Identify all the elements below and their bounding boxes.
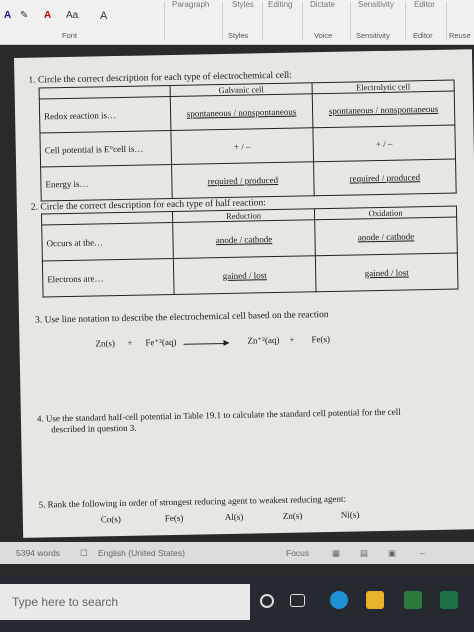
rank-item: Ni(s)	[340, 509, 360, 520]
product-iron: Fe(s)	[311, 333, 331, 345]
rank-item: Zn(s)	[282, 510, 303, 521]
change-case-button[interactable]: Aa	[66, 10, 78, 21]
word-ribbon: A ✎ A Aa A Font Paragraph Styles Styles …	[0, 0, 474, 45]
group-label-styles[interactable]: Styles	[232, 0, 254, 9]
question-3-prompt: 3. Use line notation to describe the ele…	[34, 310, 329, 326]
rank-item: Co(s)	[100, 514, 121, 525]
language-indicator[interactable]: English (United States)	[98, 548, 185, 558]
group-label-sensitivity: Sensitivity	[356, 31, 390, 40]
reaction-arrow-icon	[183, 342, 228, 345]
question-4-line-1: 4. Use the standard half-cell potential …	[36, 406, 401, 424]
oxidation-electron-options: gained / lost	[315, 253, 459, 292]
font-color-button[interactable]: A	[4, 10, 11, 21]
focus-button[interactable]: Focus	[286, 548, 309, 558]
status-bar: 5394 words ☐ English (United States) Foc…	[0, 542, 474, 564]
plus-sign: +	[289, 334, 295, 345]
row-label-cell-potential: Cell potential is E°cell is…	[39, 130, 172, 168]
row-label-occurs-at: Occurs at the…	[41, 222, 174, 261]
ribbon-divider	[446, 2, 447, 40]
group-label-editor: Editor	[413, 31, 433, 40]
electrolytic-energy-options: required / produced	[313, 159, 457, 196]
product-zinc-ion: Zn⁺²(aq)	[247, 334, 280, 346]
word-count[interactable]: 5394 words	[16, 548, 60, 558]
question-4-line-2: described in question 3.	[51, 422, 137, 435]
windows-taskbar: Type here to search	[0, 574, 474, 632]
store-icon[interactable]	[404, 591, 422, 609]
oxidation-electrode-options: anode / cathode	[314, 217, 458, 256]
taskbar-search-box[interactable]: Type here to search	[0, 584, 250, 620]
half-reaction-table: Reduction Oxidation Occurs at the… anode…	[41, 206, 459, 298]
file-explorer-icon[interactable]	[366, 591, 384, 609]
row-label-electrons: Electrons are…	[42, 258, 175, 297]
search-placeholder: Type here to search	[12, 595, 119, 609]
ribbon-divider	[222, 2, 223, 40]
group-label-font: Font	[62, 31, 78, 40]
rank-item: Fe(s)	[164, 512, 184, 524]
reduction-electrode-options: anode / cathode	[172, 219, 316, 259]
editing-button[interactable]: Editing	[268, 0, 292, 9]
cortana-icon[interactable]	[260, 594, 274, 608]
text-color-button[interactable]: A	[44, 10, 51, 21]
plus-sign: +	[127, 337, 133, 348]
row-label-energy: Energy is…	[40, 164, 173, 202]
worksheet-paper: 1. Circle the correct description for ea…	[14, 49, 474, 538]
cell-type-table: Galvanic cell Electrolytic cell Redox re…	[39, 80, 457, 202]
dictate-button[interactable]: Dictate	[310, 0, 335, 9]
galvanic-potential-options: + / –	[170, 127, 314, 165]
sensitivity-button[interactable]: Sensitivity	[358, 0, 394, 9]
ribbon-divider	[164, 2, 165, 40]
proofing-icon[interactable]: ☐	[80, 548, 88, 559]
electrolytic-potential-options: + / –	[312, 125, 456, 162]
web-layout-icon[interactable]: ▣	[388, 548, 396, 559]
group-label-paragraph[interactable]: Paragraph	[172, 0, 209, 9]
rank-item: Al(s)	[224, 511, 244, 523]
galvanic-energy-options: required / produced	[171, 161, 315, 199]
group-label-styles-bottom: Styles	[228, 31, 249, 40]
read-mode-icon[interactable]: ▦	[332, 548, 340, 559]
ribbon-divider	[302, 2, 303, 40]
electrolytic-redox-options: spontaneous / nonspontaneous	[312, 91, 455, 128]
edge-icon[interactable]	[330, 591, 348, 609]
editor-button[interactable]: Editor	[414, 0, 435, 9]
ribbon-divider	[350, 2, 351, 40]
ribbon-divider	[262, 2, 263, 40]
row-label-redox: Redox reaction is…	[39, 96, 171, 134]
ribbon-divider	[405, 2, 406, 40]
zoom-out-icon[interactable]: –	[420, 548, 425, 558]
grow-font-button[interactable]: A	[100, 10, 107, 22]
print-layout-icon[interactable]: ▤	[360, 548, 368, 559]
reduction-electron-options: gained / lost	[173, 255, 317, 295]
excel-icon[interactable]	[440, 591, 458, 609]
group-label-voice: Voice	[314, 31, 333, 40]
question-5-prompt: 5. Rank the following in order of strong…	[38, 493, 347, 510]
group-label-reuse: Reuse	[449, 31, 471, 40]
highlight-icon[interactable]: ✎	[20, 10, 28, 21]
reactant-iron-ion: Fe⁺²(aq)	[145, 336, 177, 348]
task-view-icon[interactable]	[290, 594, 305, 607]
galvanic-redox-options: spontaneous / nonspontaneous	[170, 93, 313, 131]
reactant-zinc: Zn(s)	[95, 338, 116, 349]
